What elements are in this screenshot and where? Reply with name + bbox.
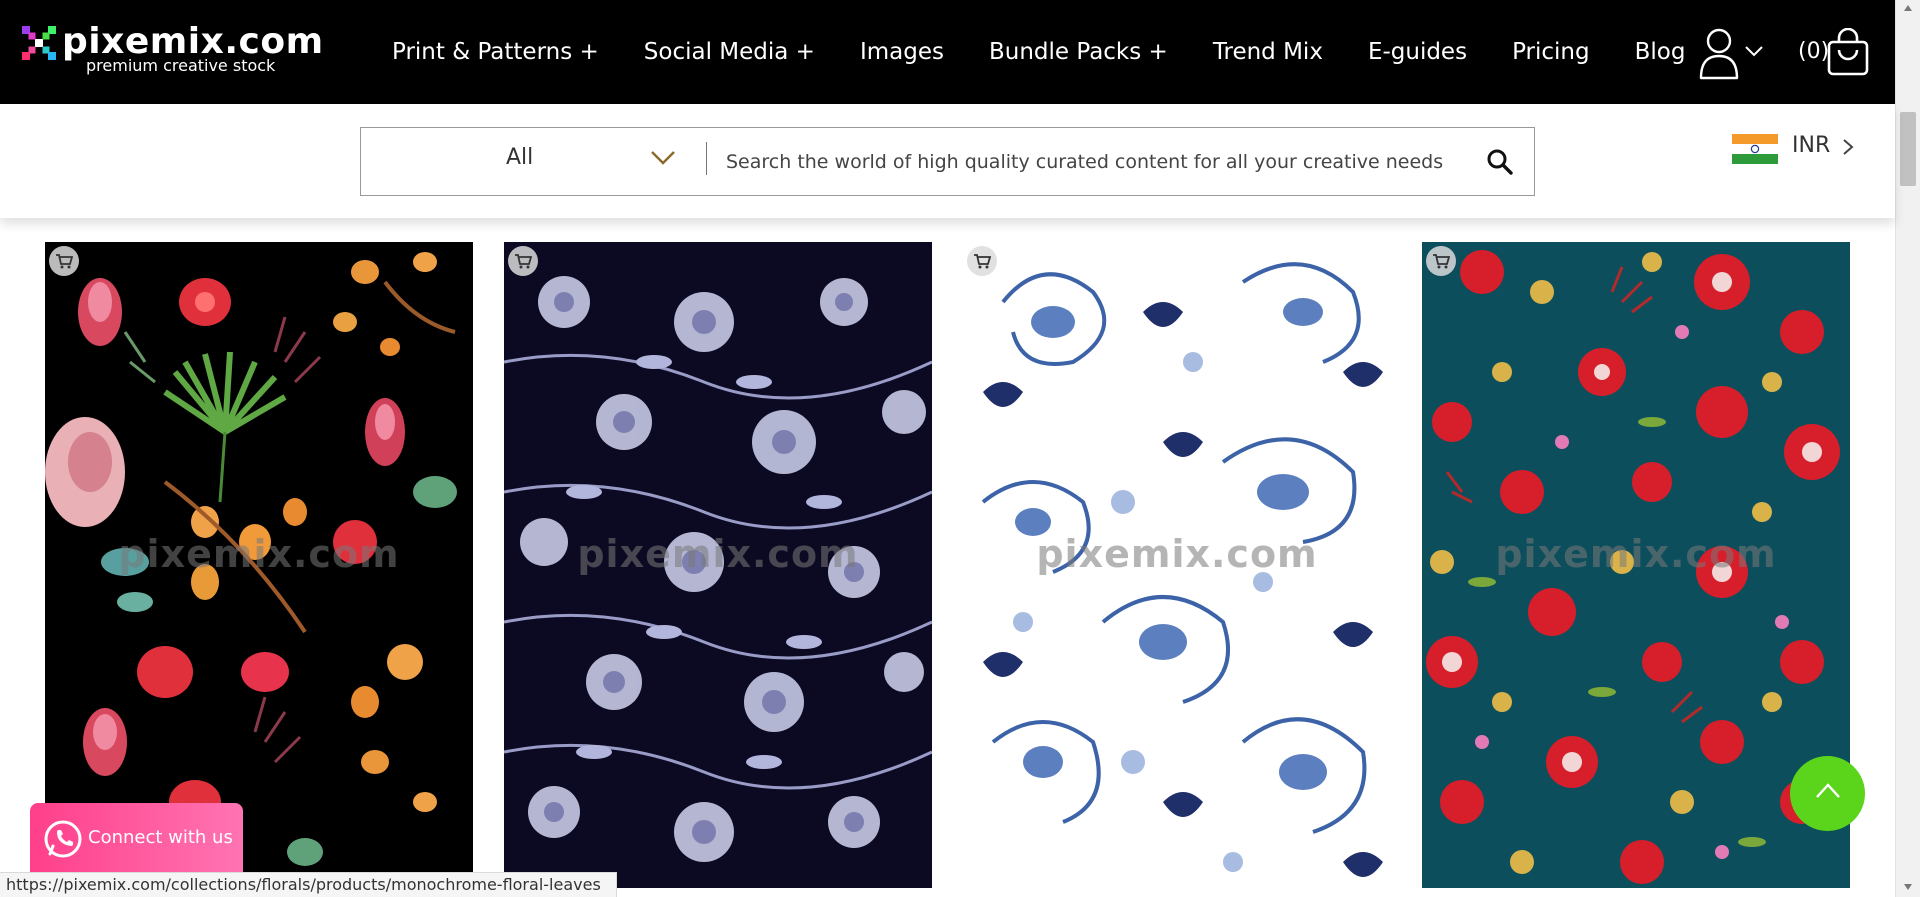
nav-trend-mix[interactable]: Trend Mix (1213, 32, 1323, 72)
add-to-cart-button[interactable] (1426, 246, 1456, 276)
watermark: pixemix.com (577, 532, 859, 576)
scroll-to-top-button[interactable] (1790, 756, 1865, 831)
cart-icon (974, 254, 991, 269)
connect-label: Connect with us (88, 827, 233, 848)
site-logo[interactable]: pixemix.com premium creative stock (20, 20, 323, 80)
main-nav: Print & Patterns + Social Media + Images… (392, 32, 1730, 72)
search-icon[interactable] (1486, 148, 1514, 176)
category-select[interactable]: All (361, 128, 706, 195)
shopping-bag-icon[interactable] (1826, 28, 1870, 76)
product-grid: pixemix.com pixemix.com pixemix.com pixe… (45, 242, 1850, 897)
product-card[interactable]: pixemix.com (45, 242, 473, 888)
nav-images[interactable]: Images (860, 32, 944, 72)
chevron-down-icon[interactable] (1744, 44, 1764, 58)
watermark: pixemix.com (1495, 532, 1777, 576)
chevron-down-icon (651, 151, 675, 165)
browser-status-url: https://pixemix.com/collections/florals/… (0, 872, 617, 897)
pixemix-logo-icon (22, 26, 56, 60)
add-to-cart-button[interactable] (508, 246, 538, 276)
nav-print-patterns[interactable]: Print & Patterns + (392, 32, 599, 72)
india-flag-icon (1732, 134, 1778, 164)
scroll-up-arrow-icon[interactable] (1903, 4, 1913, 12)
search-input[interactable] (726, 138, 1446, 186)
nav-blog[interactable]: Blog (1635, 32, 1686, 72)
cart-icon (515, 254, 532, 269)
product-card[interactable]: pixemix.com (1422, 242, 1850, 888)
category-select-value: All (506, 145, 534, 170)
cart-icon (56, 254, 73, 269)
add-to-cart-button[interactable] (49, 246, 79, 276)
search-bar: All (360, 127, 1535, 196)
user-account-icon[interactable] (1698, 26, 1740, 80)
site-header: pixemix.com premium creative stock Print… (0, 0, 1895, 104)
search-band: All INR (0, 104, 1895, 218)
scroll-down-arrow-icon[interactable] (1903, 883, 1913, 891)
nav-e-guides[interactable]: E-guides (1368, 32, 1467, 72)
cart-count[interactable]: (0) (1798, 32, 1829, 72)
product-card[interactable]: pixemix.com (963, 242, 1391, 888)
watermark: pixemix.com (118, 532, 400, 576)
connect-whatsapp-button[interactable]: Connect with us (30, 803, 243, 872)
product-card[interactable]: pixemix.com (504, 242, 932, 888)
currency-code: INR (1792, 133, 1831, 158)
cart-icon (1433, 254, 1450, 269)
watermark: pixemix.com (1036, 532, 1318, 576)
nav-bundle-packs[interactable]: Bundle Packs + (989, 32, 1168, 72)
chevron-right-icon (1843, 139, 1854, 155)
scrollbar-thumb[interactable] (1900, 112, 1916, 186)
add-to-cart-button[interactable] (967, 246, 997, 276)
brand-tagline: premium creative stock (86, 56, 276, 75)
currency-selector[interactable]: INR (1730, 126, 1860, 166)
page-scrollbar[interactable] (1895, 0, 1920, 897)
nav-social-media[interactable]: Social Media + (644, 32, 815, 72)
search-divider (706, 142, 707, 175)
nav-pricing[interactable]: Pricing (1512, 32, 1590, 72)
whatsapp-icon (44, 820, 82, 858)
chevron-up-icon (1816, 783, 1840, 798)
